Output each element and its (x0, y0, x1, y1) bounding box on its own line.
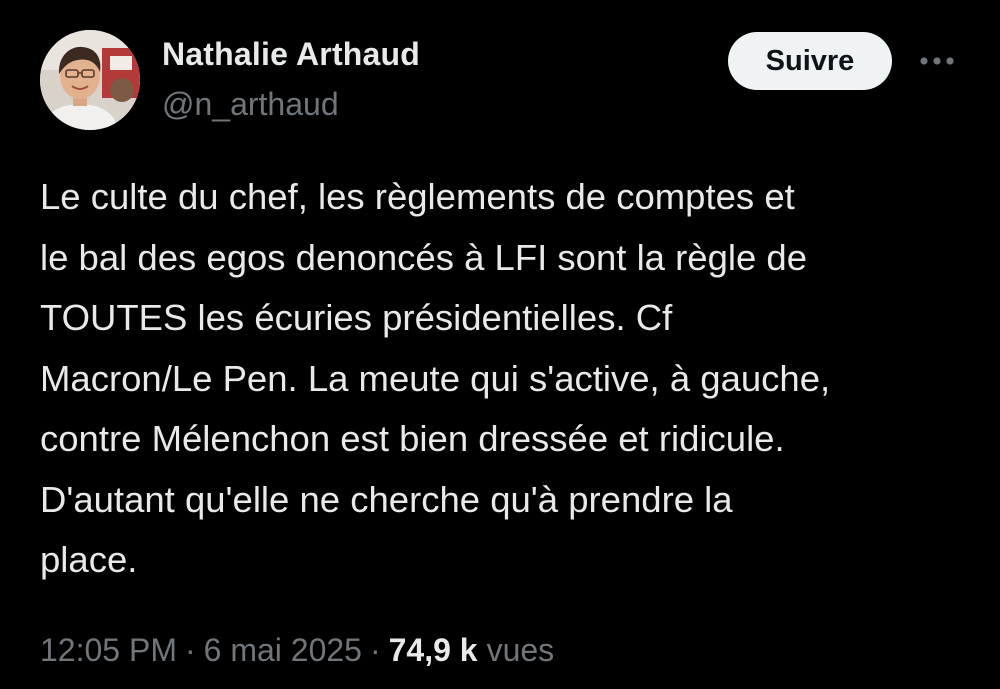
tweet-card: Nathalie Arthaud @n_arthaud Suivre Le cu… (0, 0, 1000, 689)
more-options-button[interactable] (912, 42, 962, 80)
meta-separator: · (184, 631, 196, 668)
tweet-time[interactable]: 12:05 PM (40, 632, 177, 669)
avatar-photo-icon (40, 30, 140, 130)
tweet-text: Le culte du chef, les règlements de comp… (40, 176, 831, 580)
tweet-date[interactable]: 6 mai 2025 (204, 632, 362, 669)
author-display-name[interactable]: Nathalie Arthaud (162, 36, 420, 73)
meta-separator: · (369, 631, 381, 668)
views-count[interactable]: 74,9 k (389, 632, 478, 669)
avatar[interactable] (40, 30, 140, 130)
follow-button[interactable]: Suivre (728, 32, 892, 90)
views-label: vues (486, 631, 555, 668)
more-horizontal-icon (920, 57, 954, 65)
tweet-meta: 12:05 PM · 6 mai 2025 · 74,9 k vues (40, 625, 554, 675)
author-handle[interactable]: @n_arthaud (162, 86, 339, 123)
